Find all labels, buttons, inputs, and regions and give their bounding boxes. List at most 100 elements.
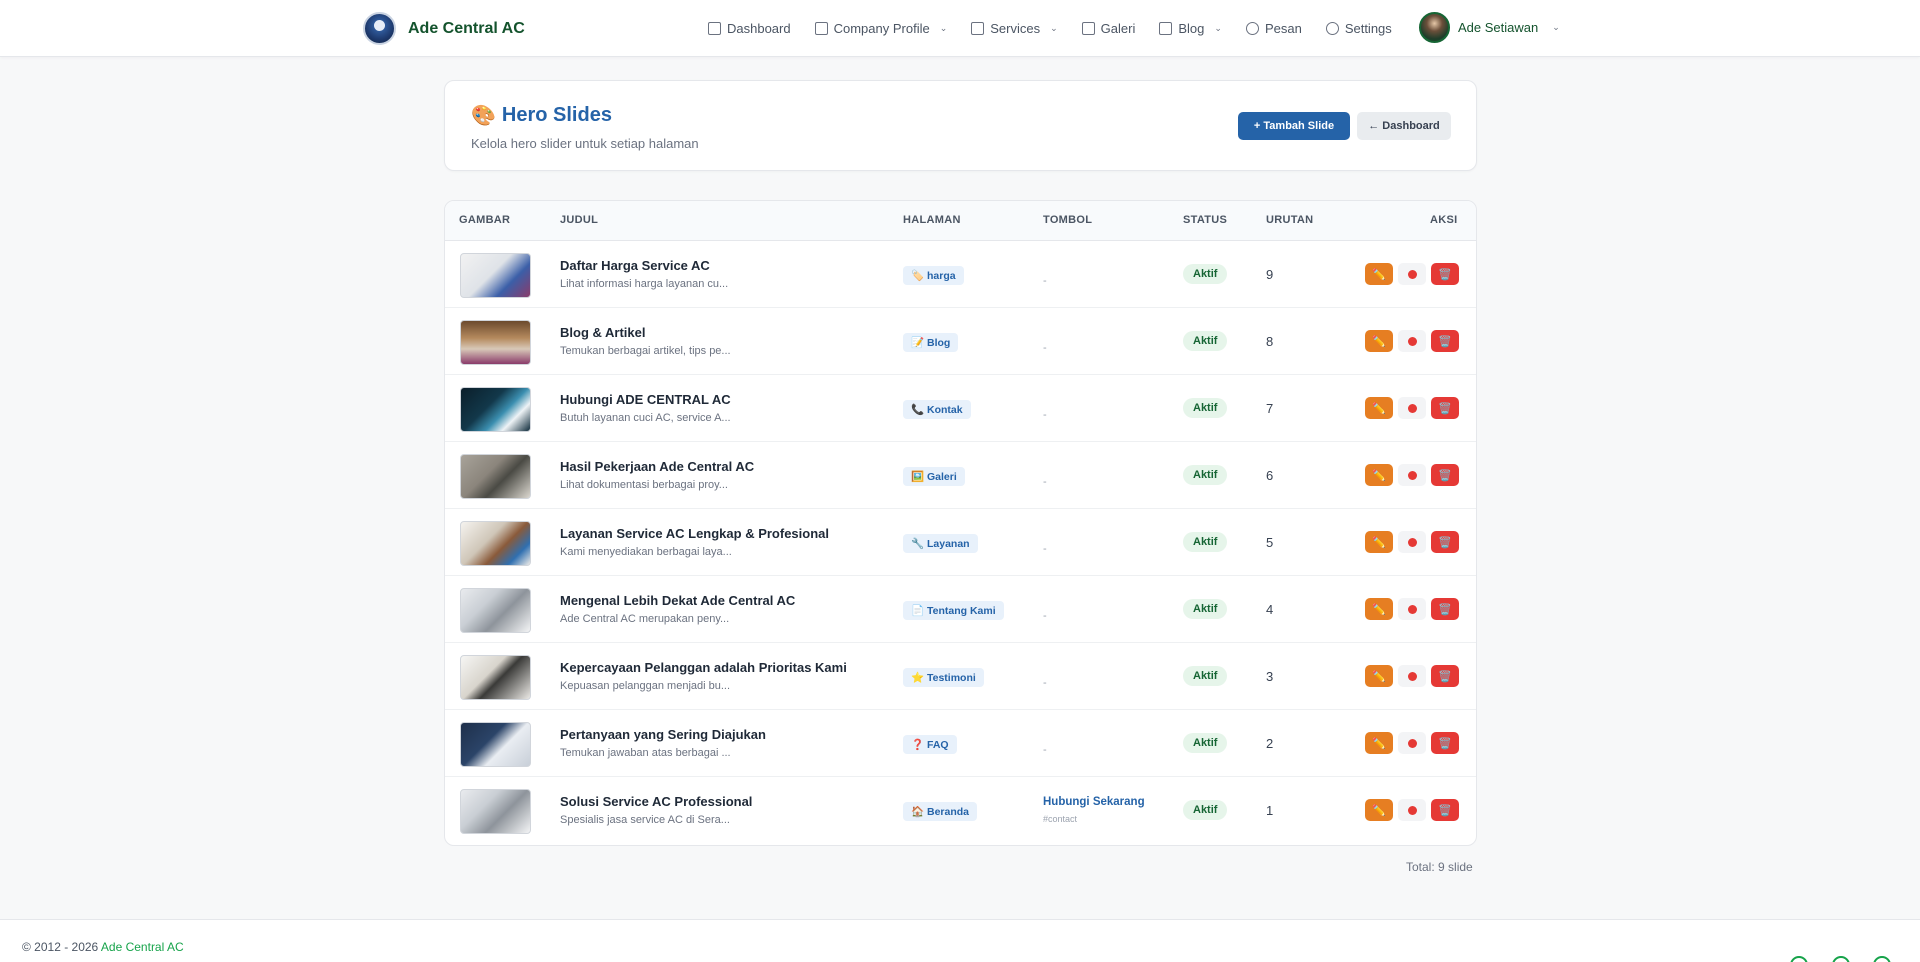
nav-company-profile[interactable]: Company Profile ⌄ [814,21,947,36]
briefcase-icon [971,22,985,35]
nav-label: Company Profile [833,21,930,36]
edit-button[interactable]: ✏️ [1365,397,1393,419]
edit-button[interactable]: ✏️ [1365,531,1393,553]
footer: © 2012 - 2026 Ade Central AC [0,919,1920,962]
toggle-status-button[interactable] [1398,263,1426,285]
order-value: 8 [1266,334,1274,349]
edit-button[interactable]: ✏️ [1365,799,1393,821]
edit-button[interactable]: ✏️ [1365,665,1393,687]
slide-title: Daftar Harga Service AC [560,258,710,273]
toggle-status-button[interactable] [1398,598,1426,620]
nav-label: Blog [1178,21,1205,36]
slide-title: Mengenal Lebih Dekat Ade Central AC [560,593,796,608]
slide-description: Kepuasan pelanggan menjadi bu... [560,680,731,692]
status-badge: Aktif [1183,331,1228,351]
button-empty: - [1043,744,1047,756]
red-dot-icon [1407,738,1417,748]
slide-thumbnail [460,253,531,298]
delete-button[interactable]: 🗑️ [1431,531,1459,553]
toggle-status-button[interactable] [1398,732,1426,754]
nav-pesan[interactable]: Pesan [1245,21,1302,36]
status-badge: Aktif [1183,465,1228,485]
slide-thumbnail [460,454,531,499]
column-header-gambar: GAMBAR [459,214,511,226]
edit-button[interactable]: ✏️ [1365,732,1393,754]
red-dot-icon [1407,604,1417,614]
brand[interactable]: Ade Central AC [363,12,525,45]
toggle-status-button[interactable] [1398,330,1426,352]
avatar [1419,12,1450,43]
table-row: Pertanyaan yang Sering Diajukan Temukan … [445,710,1476,777]
delete-button[interactable]: 🗑️ [1431,665,1459,687]
nav-label: Settings [1344,21,1392,36]
nav-services[interactable]: Services ⌄ [971,21,1058,36]
status-badge: Aktif [1183,264,1228,284]
toggle-status-button[interactable] [1398,531,1426,553]
user-name: Ade Setiawan [1458,20,1539,35]
nav-galeri[interactable]: Galeri [1081,21,1135,36]
slide-button-link: #contact [1043,814,1078,824]
order-value: 2 [1266,736,1274,751]
order-value: 4 [1266,602,1274,617]
order-value: 3 [1266,669,1274,684]
red-dot-icon [1407,537,1417,547]
slide-title: Hasil Pekerjaan Ade Central AC [560,459,755,474]
column-header-halaman: HALAMAN [903,214,961,226]
back-dashboard-button[interactable]: ← Dashboard [1357,112,1451,140]
nav-dashboard[interactable]: Dashboard [708,21,791,36]
delete-button[interactable]: 🗑️ [1431,598,1459,620]
toggle-status-button[interactable] [1398,397,1426,419]
edit-button[interactable]: ✏️ [1365,598,1393,620]
brand-name: Ade Central AC [408,19,525,37]
social-icon[interactable] [1790,956,1808,962]
table-row: Kepercayaan Pelanggan adalah Prioritas K… [445,643,1476,710]
edit-button[interactable]: ✏️ [1365,263,1393,285]
delete-button[interactable]: 🗑️ [1431,799,1459,821]
delete-button[interactable]: 🗑️ [1431,330,1459,352]
slide-thumbnail [460,588,531,633]
page-badge: 🏠 Beranda [903,802,978,821]
slide-title: Kepercayaan Pelanggan adalah Prioritas K… [560,660,847,675]
chevron-down-icon: ⌄ [1050,23,1058,33]
order-value: 9 [1266,267,1274,282]
table-row: Layanan Service AC Lengkap & Profesional… [445,509,1476,576]
document-icon [1159,22,1173,35]
page-badge: 📄 Tentang Kami [903,601,1004,620]
add-slide-button[interactable]: + Tambah Slide [1238,112,1350,140]
delete-button[interactable]: 🗑️ [1431,464,1459,486]
red-dot-icon [1407,805,1417,815]
edit-button[interactable]: ✏️ [1365,464,1393,486]
toggle-status-button[interactable] [1398,665,1426,687]
page-subtitle: Kelola hero slider untuk setiap halaman [471,136,699,151]
delete-button[interactable]: 🗑️ [1431,397,1459,419]
user-menu[interactable]: Ade Setiawan ⌄ [1419,12,1560,43]
page-badge: 📝 Blog [903,333,959,352]
footer-brand-link[interactable]: Ade Central AC [101,940,184,954]
edit-button[interactable]: ✏️ [1365,330,1393,352]
slide-title: Layanan Service AC Lengkap & Profesional [560,526,829,541]
toggle-status-button[interactable] [1398,799,1426,821]
button-empty: - [1043,409,1047,421]
slide-title: Hubungi ADE CENTRAL AC [560,392,731,407]
order-value: 7 [1266,401,1274,416]
table-header: GAMBAR JUDUL HALAMAN TOMBOL STATUS URUTA… [445,201,1476,241]
chevron-down-icon: ⌄ [1214,23,1222,33]
slide-title: Solusi Service AC Professional [560,794,753,809]
social-icon[interactable] [1873,956,1891,962]
brand-logo [363,12,396,45]
red-dot-icon [1407,269,1417,279]
slide-button-label: Hubungi Sekarang [1043,796,1145,808]
social-icon[interactable] [1832,956,1850,962]
nav-settings[interactable]: Settings [1325,21,1392,36]
page-header: 🎨 Hero Slides Kelola hero slider untuk s… [444,80,1477,171]
table-row: Blog & Artikel Temukan berbagai artikel,… [445,308,1476,375]
status-badge: Aktif [1183,666,1228,686]
order-value: 1 [1266,803,1274,818]
slide-title: Blog & Artikel [560,325,646,340]
nav-blog[interactable]: Blog ⌄ [1159,21,1222,36]
toggle-status-button[interactable] [1398,464,1426,486]
delete-button[interactable]: 🗑️ [1431,732,1459,754]
slide-title: Pertanyaan yang Sering Diajukan [560,727,766,742]
column-header-tombol: TOMBOL [1043,214,1093,226]
delete-button[interactable]: 🗑️ [1431,263,1459,285]
